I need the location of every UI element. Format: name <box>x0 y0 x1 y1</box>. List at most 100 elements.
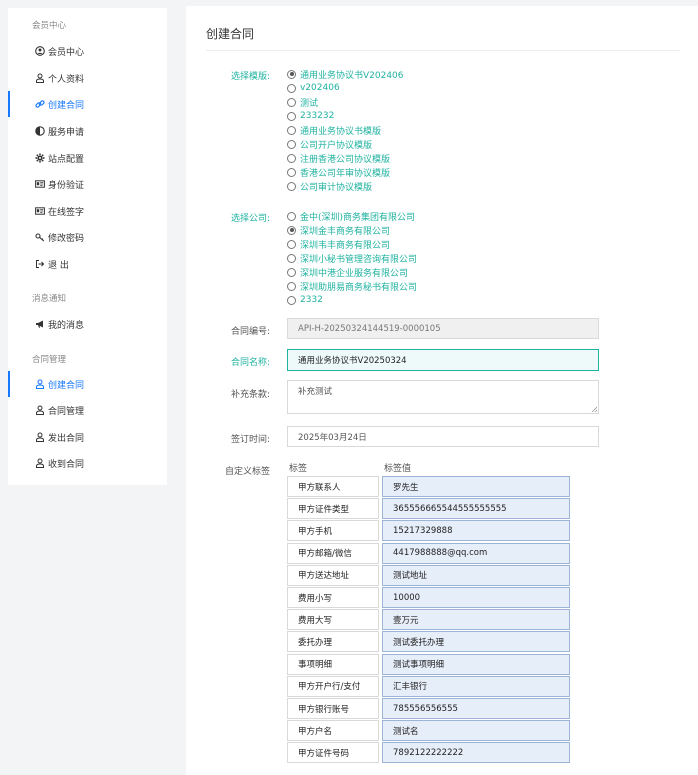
tag-key-input[interactable]: 甲方开户行/支付 <box>287 675 379 697</box>
radio-icon[interactable] <box>287 253 296 263</box>
radio-icon[interactable] <box>287 211 296 221</box>
resize-handle-icon[interactable] <box>591 406 597 412</box>
template-option[interactable]: 公司开户协议模版 <box>287 137 372 151</box>
contract-name-field[interactable]: 通用业务协议书V20250324 <box>287 349 599 371</box>
key-icon <box>34 232 45 243</box>
company-option-label: 金中(深圳)商务集团有限公司 <box>300 212 416 223</box>
tag-key-input[interactable]: 费用小写 <box>287 587 379 608</box>
tag-key-input[interactable]: 甲方银行账号 <box>287 698 379 719</box>
tag-key-input[interactable]: 甲方邮箱/微信 <box>287 542 379 564</box>
template-option-label: 香港公司年审协议模版 <box>300 168 391 179</box>
radio-icon[interactable] <box>287 139 296 149</box>
tag-value-input[interactable]: 785556556555 <box>382 698 570 719</box>
template-option[interactable]: 注册香港公司协议模版 <box>287 151 390 165</box>
company-option-label: 深圳中港企业服务有限公司 <box>300 268 409 279</box>
radio-icon[interactable] <box>287 111 296 121</box>
sidebar-item-contract-create[interactable]: 创建合同 <box>8 371 167 397</box>
sidebar: 会员中心 会员中心 个人资料 创建合同 服务申请 站点配置 身份验证 在线签字 … <box>8 8 167 485</box>
tag-value-input[interactable]: 365556665544555555555 <box>382 498 570 520</box>
radio-icon[interactable] <box>287 267 296 277</box>
sidebar-item-contract-received[interactable]: 收到合同 <box>8 450 167 476</box>
tag-value-input[interactable]: 15217329888 <box>382 520 570 542</box>
sidebar-item-my-messages[interactable]: 我的消息 <box>8 311 167 337</box>
person-icon <box>34 405 45 416</box>
tag-value-input[interactable]: 测试事项明细 <box>382 653 570 675</box>
sidebar-item-contract-sent[interactable]: 发出合同 <box>8 424 167 450</box>
tag-value-input[interactable]: 测试委托办理 <box>382 631 570 653</box>
id-card-icon <box>34 206 45 217</box>
template-option-label: 通用业务协议书V202406 <box>300 70 404 81</box>
radio-icon[interactable] <box>287 225 296 235</box>
radio-icon[interactable] <box>287 153 296 163</box>
radio-icon[interactable] <box>287 295 296 305</box>
radio-icon[interactable] <box>287 69 296 79</box>
tag-value-input[interactable]: 7892122222222 <box>382 742 570 764</box>
tag-key-input[interactable]: 费用大写 <box>287 609 379 631</box>
sign-date-field[interactable]: 2025年03月24日 <box>287 426 599 447</box>
sidebar-item-label: 个人资料 <box>48 74 85 85</box>
supplement-textarea[interactable]: 补充测试 <box>287 380 599 414</box>
sidebar-item-profile[interactable]: 个人资料 <box>8 65 167 91</box>
sidebar-item-contract-manage[interactable]: 合同管理 <box>8 397 167 423</box>
radio-icon[interactable] <box>287 167 296 177</box>
company-option[interactable]: 深圳中港企业服务有限公司 <box>287 265 408 279</box>
sidebar-item-label: 创建合同 <box>48 380 85 391</box>
company-option-label: 深圳小秘书管理咨询有限公司 <box>300 254 418 265</box>
tag-value-input[interactable]: 汇丰银行 <box>382 675 570 697</box>
template-option[interactable]: v202406 <box>287 81 340 95</box>
company-option[interactable]: 深圳韦丰商务有限公司 <box>287 237 390 251</box>
sidebar-item-service-apply[interactable]: 服务申请 <box>8 118 167 144</box>
tag-key-input[interactable]: 委托办理 <box>287 631 379 653</box>
template-option-label: 注册香港公司协议模版 <box>300 154 391 165</box>
tag-key-input[interactable]: 事项明细 <box>287 653 379 675</box>
section-title-messages: 消息通知 <box>32 294 67 304</box>
tag-key-header: 标签 <box>289 464 308 474</box>
tag-key-input[interactable]: 甲方联系人 <box>287 476 379 497</box>
sidebar-item-member-center[interactable]: 会员中心 <box>8 38 167 64</box>
company-option[interactable]: 深圳小秘书管理咨询有限公司 <box>287 251 417 265</box>
page-title: 创建合同 <box>206 27 255 41</box>
tag-key-input[interactable]: 甲方证件号码 <box>287 742 379 764</box>
template-option[interactable]: 公司审计协议模版 <box>287 179 372 193</box>
supplement-label: 补充条款: <box>230 390 270 400</box>
template-option[interactable]: 通用业务协议书V202406 <box>287 67 404 81</box>
template-option-label: 通用业务协议书模版 <box>300 126 382 137</box>
contract-name-label: 合同名称: <box>230 358 270 368</box>
sidebar-item-online-sign[interactable]: 在线签字 <box>8 198 167 224</box>
supplement-text: 补充测试 <box>298 387 333 397</box>
template-option[interactable]: 233232 <box>287 109 334 123</box>
radio-icon[interactable] <box>287 83 296 93</box>
company-option[interactable]: 深圳助朋易商务秘书有限公司 <box>287 279 417 293</box>
tag-value-input[interactable]: 4417988888@qq.com <box>382 542 570 564</box>
sidebar-item-change-password[interactable]: 修改密码 <box>8 224 167 250</box>
main-panel: 创建合同 选择模版: 通用业务协议书V202406 v202406 测试 233… <box>186 6 698 775</box>
radio-icon[interactable] <box>287 181 296 191</box>
company-option[interactable]: 2332 <box>287 293 323 307</box>
tag-key-input[interactable]: 甲方证件类型 <box>287 498 379 520</box>
radio-icon[interactable] <box>287 239 296 249</box>
sidebar-item-label: 退 出 <box>48 260 69 271</box>
tag-key-input[interactable]: 甲方送达地址 <box>287 564 379 586</box>
tag-key-input[interactable]: 甲方手机 <box>287 520 379 542</box>
company-option[interactable]: 金中(深圳)商务集团有限公司 <box>287 209 415 223</box>
sidebar-item-identity[interactable]: 身份验证 <box>8 171 167 197</box>
radio-icon[interactable] <box>287 281 296 291</box>
radio-icon[interactable] <box>287 97 296 107</box>
template-option[interactable]: 香港公司年审协议模版 <box>287 165 390 179</box>
sidebar-item-label: 会员中心 <box>48 47 85 58</box>
tag-value-input[interactable]: 测试名 <box>382 720 570 742</box>
sidebar-item-label: 合同管理 <box>48 406 85 417</box>
tag-value-input[interactable]: 测试地址 <box>382 564 570 586</box>
tag-value-input[interactable]: 罗先生 <box>382 476 570 497</box>
template-option[interactable]: 测试 <box>287 95 318 109</box>
tag-value-input[interactable]: 10000 <box>382 587 570 608</box>
tag-value-input[interactable]: 壹万元 <box>382 609 570 631</box>
sidebar-item-logout[interactable]: 退 出 <box>8 251 167 277</box>
radio-icon[interactable] <box>287 125 296 135</box>
company-option-label: 深圳韦丰商务有限公司 <box>300 240 391 251</box>
tag-key-input[interactable]: 甲方户名 <box>287 720 379 742</box>
company-option[interactable]: 深圳金丰商务有限公司 <box>287 223 390 237</box>
sidebar-item-site-config[interactable]: 站点配置 <box>8 145 167 171</box>
sidebar-item-create-contract[interactable]: 创建合同 <box>8 91 167 117</box>
template-option[interactable]: 通用业务协议书模版 <box>287 123 381 137</box>
